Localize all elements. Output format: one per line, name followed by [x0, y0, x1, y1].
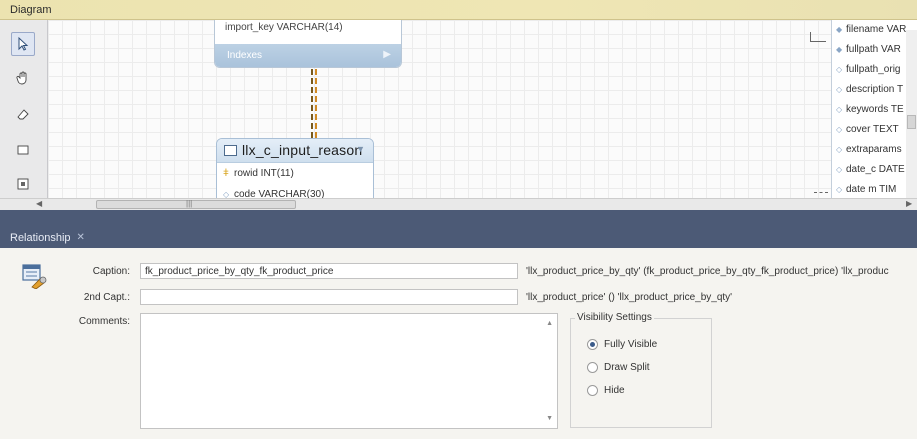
radio-hide[interactable]: Hide [587, 385, 625, 396]
panel-divider[interactable] [0, 210, 917, 228]
indexes-section[interactable]: Indexes ▶ [215, 44, 401, 67]
entity-column: ◇ extraparams [836, 144, 902, 155]
note-tool[interactable] [11, 172, 35, 196]
scroll-down-icon[interactable]: ▼ [546, 415, 553, 422]
editor-tab-bar: Relationship ✕ [0, 228, 917, 248]
second-caption-field[interactable] [140, 289, 518, 305]
diamond-icon: ◇ [836, 125, 843, 134]
diamond-icon: ◆ [836, 25, 843, 34]
entity-column: ◆ filename VAR [836, 24, 907, 35]
note-icon [17, 178, 29, 190]
connector-bracket [810, 32, 826, 42]
indexes-label: Indexes [227, 50, 263, 61]
layer-icon [17, 145, 29, 155]
entity-column: ◇ cover TEXT [836, 124, 899, 135]
caption-label: Caption: [92, 266, 130, 277]
diamond-icon: ◇ [836, 85, 843, 94]
eraser-icon [17, 109, 29, 120]
expand-arrow-icon[interactable]: ▶ [383, 49, 391, 60]
tab-relationship[interactable]: Relationship ✕ [0, 228, 95, 248]
connector-dash [814, 192, 828, 193]
pointer-icon [18, 36, 29, 51]
relationship-icon [22, 264, 47, 289]
chevron-down-icon[interactable]: ▼ [356, 144, 365, 154]
entity-column: ◇ date m TIM [836, 184, 897, 195]
entity-name: llx_c_input_reason [242, 142, 363, 158]
visibility-settings-legend: Visibility Settings [575, 312, 654, 323]
entity-header[interactable]: llx_c_input_reason ▼ [217, 139, 373, 163]
relationship-editor: Caption: fk_product_price_by_qty_fk_prod… [0, 248, 917, 439]
caption-field[interactable]: fk_product_price_by_qty_fk_product_price [140, 263, 518, 279]
diagram-header: Diagram [0, 0, 917, 20]
scroll-right-icon[interactable]: ▶ [906, 199, 912, 208]
tab-label: Relationship [10, 232, 71, 244]
connector-line-orange [315, 69, 317, 139]
entity-table-right[interactable]: ◆ filename VAR ◆ fullpath VAR ◇ fullpath_or… [831, 20, 917, 198]
entity-column: ◇ keywords TE [836, 104, 904, 115]
second-caption-description: 'llx_product_price' () 'llx_product_pric… [526, 292, 733, 303]
connector-line-dark [311, 69, 313, 139]
grip-icon: ||| [186, 199, 193, 208]
diagram-title: Diagram [10, 4, 52, 16]
entity-column: ◇ description T [836, 84, 904, 95]
close-icon[interactable]: ✕ [77, 232, 85, 248]
diamond-icon: ◇ [836, 145, 843, 154]
radio-fully-visible[interactable]: Fully Visible [587, 339, 657, 350]
hand-tool[interactable] [11, 66, 35, 90]
diamond-icon: ◇ [836, 105, 843, 114]
entity-column: ◇ fullpath_orig [836, 64, 901, 75]
relationship-connector[interactable] [311, 69, 317, 139]
scroll-up-icon[interactable]: ▲ [546, 320, 553, 327]
diamond-icon: ◇ [836, 165, 843, 174]
caption-description: 'llx_product_price_by_qty' (fk_product_p… [526, 266, 889, 277]
pointer-tool[interactable] [11, 32, 35, 56]
entity-column: ◆ fullpath VAR [836, 44, 901, 55]
radio-draw-split[interactable]: Draw Split [587, 362, 650, 373]
hand-icon [16, 71, 27, 85]
diagram-area: import_key VARCHAR(14) Indexes ▶ llx_c_i… [0, 20, 917, 210]
radio-selected-icon [587, 339, 598, 350]
second-caption-label: 2nd Capt.: [83, 292, 130, 303]
diamond-icon: ◇ [836, 65, 843, 74]
entity-table-partial[interactable]: import_key VARCHAR(14) Indexes ▶ [214, 20, 402, 68]
entity-scrollbar[interactable] [906, 30, 917, 198]
diamond-icon: ◆ [836, 45, 843, 54]
diagram-toolbar [0, 20, 48, 198]
layer-tool[interactable] [11, 138, 35, 162]
entity-column: ◇ date_c DATE [836, 164, 905, 175]
table-icon [224, 145, 237, 156]
diagram-horizontal-scrollbar[interactable]: ◀ ||| ▶ [0, 198, 917, 210]
scroll-left-icon[interactable]: ◀ [36, 199, 42, 208]
radio-icon [587, 362, 598, 373]
key-icon: ǂ [223, 168, 229, 179]
entity-column: ǂ rowid INT(11) [223, 168, 294, 179]
visibility-settings-group: Visibility Settings Fully Visible Draw S… [570, 312, 712, 428]
scrollbar-thumb[interactable] [96, 200, 296, 209]
comments-textarea[interactable]: ▲ ▼ [140, 313, 558, 429]
entity-partial-row: import_key VARCHAR(14) [225, 22, 343, 33]
eraser-tool[interactable] [11, 102, 35, 126]
diamond-icon: ◇ [836, 185, 843, 194]
radio-icon [587, 385, 598, 396]
scrollbar-thumb[interactable] [907, 115, 916, 129]
diagram-canvas[interactable]: import_key VARCHAR(14) Indexes ▶ llx_c_i… [48, 20, 917, 208]
comments-label: Comments: [78, 316, 130, 327]
